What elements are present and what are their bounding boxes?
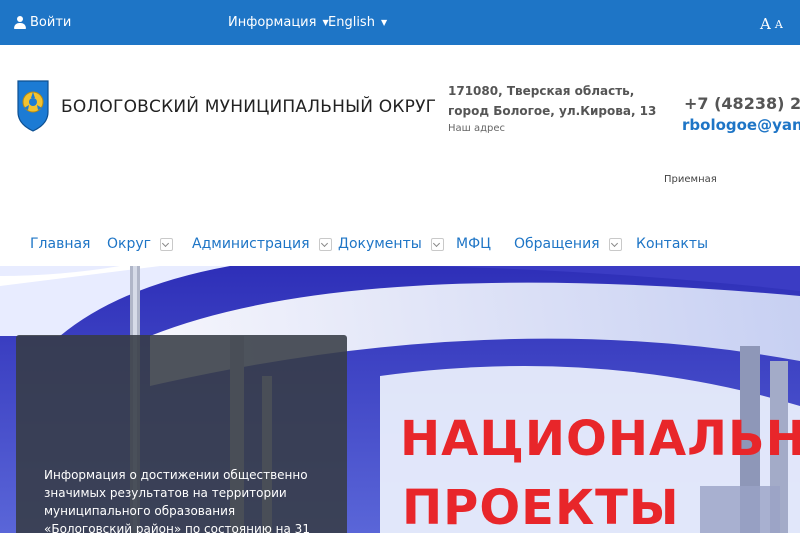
site-title[interactable]: БОЛОГОВСКИЙ МУНИЦИПАЛЬНЫЙ ОКРУГ bbox=[61, 97, 436, 117]
font-size-small-label: A bbox=[774, 17, 783, 31]
dropdown-arrow-icon[interactable] bbox=[608, 237, 622, 251]
font-size-large-label: A bbox=[760, 15, 771, 33]
nav-item-label: Обращения bbox=[514, 236, 600, 252]
info-menu-label: Информация bbox=[228, 15, 317, 30]
dropdown-arrow-icon[interactable] bbox=[160, 237, 174, 251]
main-navigation: Главная Округ Администрация Документы МФ… bbox=[0, 230, 800, 260]
nav-item-administration[interactable]: Администрация bbox=[192, 236, 332, 252]
email-link[interactable]: rbologoe@yande bbox=[682, 116, 800, 134]
nav-item-district[interactable]: Округ bbox=[107, 236, 174, 252]
nav-item-label: Документы bbox=[338, 236, 422, 252]
language-menu[interactable]: English ▼ bbox=[328, 15, 387, 30]
info-menu[interactable]: Информация ▼ bbox=[228, 15, 329, 30]
news-card-text[interactable]: Информация о достижении общественно знач… bbox=[44, 466, 314, 533]
language-menu-label: English bbox=[328, 15, 375, 30]
dropdown-arrow-icon[interactable] bbox=[318, 237, 332, 251]
address-line-2: город Бологое, ул.Кирова, 13 bbox=[448, 104, 657, 118]
hero-banner[interactable]: Информация о достижении общественно знач… bbox=[0, 266, 800, 533]
address-line-1: 171080, Тверская область, bbox=[448, 84, 635, 98]
coat-of-arms-logo[interactable] bbox=[16, 78, 50, 132]
nav-item-label: Главная bbox=[30, 236, 91, 252]
top-bar: Войти Информация ▼ English ▼ AA bbox=[0, 0, 800, 45]
login-label: Войти bbox=[30, 15, 72, 30]
news-card[interactable]: Информация о достижении общественно знач… bbox=[16, 335, 347, 533]
dropdown-arrow-icon[interactable] bbox=[430, 237, 444, 251]
font-size-toggle[interactable]: AA bbox=[760, 15, 783, 33]
nav-item-contacts[interactable]: Контакты bbox=[636, 236, 708, 252]
user-icon bbox=[14, 16, 26, 29]
address-caption: Наш адрес bbox=[448, 123, 506, 134]
banner-headline-line-2: ПРОЕКТЫ bbox=[402, 480, 680, 533]
nav-item-mfc[interactable]: МФЦ bbox=[456, 236, 491, 252]
nav-item-home[interactable]: Главная bbox=[30, 236, 90, 252]
nav-item-label: Контакты bbox=[636, 236, 709, 252]
reception-caption: Приемная bbox=[664, 174, 717, 185]
nav-item-documents[interactable]: Документы bbox=[338, 236, 444, 252]
address: 171080, Тверская область, город Бологое,… bbox=[448, 81, 656, 121]
nav-item-label: МФЦ bbox=[456, 236, 491, 252]
nav-item-label: Администрация bbox=[192, 236, 310, 252]
login-link[interactable]: Войти bbox=[14, 15, 71, 30]
banner-headline-line-1: НАЦИОНАЛЬНЫЕ bbox=[400, 411, 800, 467]
nav-item-label: Округ bbox=[107, 236, 152, 252]
chevron-down-icon: ▼ bbox=[380, 18, 388, 27]
nav-item-appeals[interactable]: Обращения bbox=[514, 236, 622, 252]
phone-number[interactable]: +7 (48238) 2-22 bbox=[684, 94, 800, 113]
